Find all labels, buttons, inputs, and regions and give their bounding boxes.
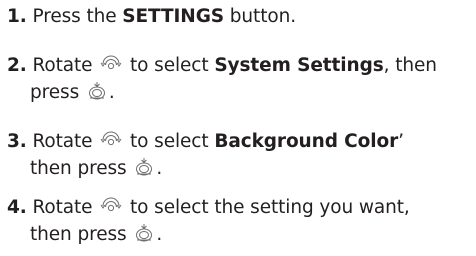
- step-3-line-2: then press .: [7, 155, 469, 182]
- step-3-line-1: 3. Rotate to select Background Color’: [7, 128, 469, 155]
- step-4-line-2: then press .: [7, 221, 469, 248]
- step-3: 3. Rotate to select Background Color’ th…: [7, 128, 469, 182]
- step-2-number: 2.: [7, 55, 27, 76]
- background-color-menu-name: Background Color: [214, 131, 399, 152]
- step-2-verb: Rotate: [32, 55, 93, 76]
- step-4: 4. Rotate to select the setting you want…: [7, 194, 469, 248]
- settings-button-name: SETTINGS: [122, 6, 224, 27]
- step-1-number: 1.: [7, 6, 27, 27]
- step-4-then-press: then press: [30, 224, 127, 245]
- interface-dial-rotate-icon: [100, 55, 122, 73]
- step-2-then: , then: [383, 55, 437, 76]
- step-3-verb: Rotate: [32, 131, 93, 152]
- step-4-line-1: 4. Rotate to select the setting you want…: [7, 194, 469, 221]
- step-4-verb: Rotate: [32, 197, 93, 218]
- step-3-select-text: to select: [130, 131, 209, 152]
- step-3-then-press: then press: [30, 158, 127, 179]
- interface-dial-press-icon: [134, 223, 154, 243]
- step-2-period: .: [108, 82, 115, 103]
- step-3-apostrophe: ’: [398, 131, 404, 152]
- step-3-number: 3.: [7, 131, 27, 152]
- interface-dial-press-icon: [87, 81, 107, 101]
- step-2-line-1: 2. Rotate to select System Settings, the…: [7, 52, 469, 79]
- system-settings-menu-name: System Settings: [214, 55, 384, 76]
- step-4-period: .: [156, 224, 163, 245]
- step-2: 2. Rotate to select System Settings, the…: [7, 52, 469, 106]
- step-2-line-2: press .: [7, 79, 469, 106]
- step-1-text-end: button.: [229, 6, 296, 27]
- step-4-text: to select the setting you want,: [130, 197, 410, 218]
- step-4-number: 4.: [7, 197, 27, 218]
- step-1-line-1: 1. Press the SETTINGS button.: [7, 3, 469, 30]
- step-1-text: Press the: [32, 6, 117, 27]
- step-1: 1. Press the SETTINGS button.: [7, 3, 469, 30]
- interface-dial-rotate-icon: [100, 197, 122, 215]
- step-2-select-text: to select: [130, 55, 209, 76]
- step-3-period: .: [156, 158, 163, 179]
- interface-dial-press-icon: [134, 157, 154, 177]
- step-2-press: press: [30, 82, 80, 103]
- interface-dial-rotate-icon: [100, 131, 122, 149]
